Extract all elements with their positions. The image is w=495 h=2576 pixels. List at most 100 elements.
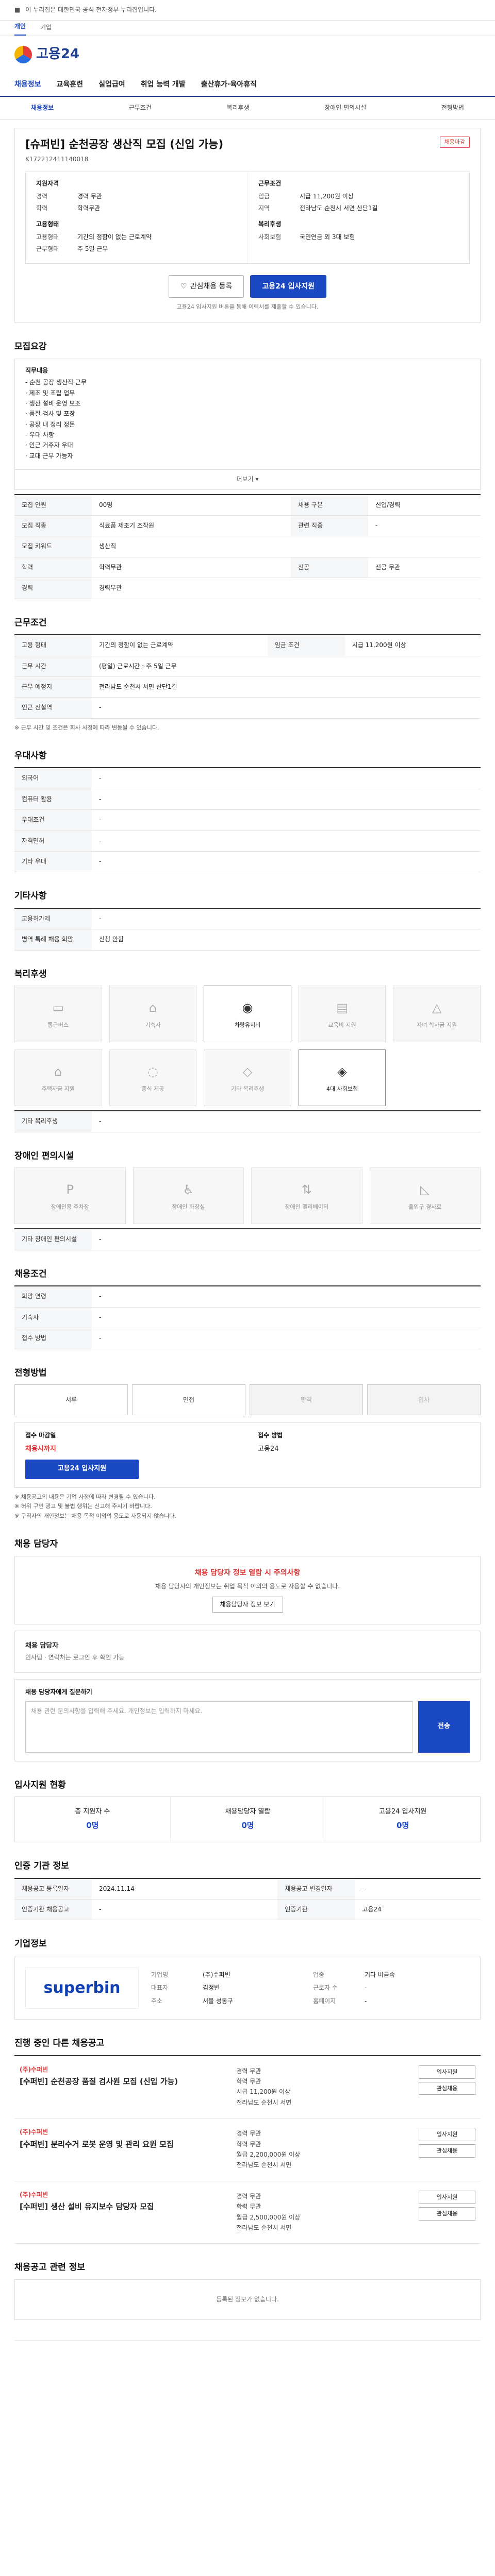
nav-training[interactable]: 교육훈련: [57, 79, 84, 90]
applicant-stats: 총 지원자 수 0명 채용담당자 열람 0명 고용24 입사지원 0명: [14, 1797, 481, 1842]
welfare-item: ▭ 통근버스: [14, 986, 102, 1043]
section-title-welfare: 복리후생: [14, 969, 47, 979]
footer: [14, 2341, 481, 2377]
facility-item: ⇅ 장애인 엘리베이터: [251, 1167, 362, 1225]
section-title-applicants: 입사지원 현황: [14, 1780, 66, 1790]
welfare-item: ⌂ 주택자금 지원: [14, 1049, 102, 1107]
process-steps: 서류 면접 합격 입사: [14, 1384, 481, 1416]
anchor-process[interactable]: 전형방법: [441, 104, 464, 112]
hiring-table: 희망 연령 - 기숙사 - 접수 방법 -: [14, 1285, 481, 1349]
process-step: 입사: [367, 1384, 481, 1416]
meal-icon: ◌: [147, 1064, 158, 1079]
cap-icon: △: [432, 1001, 442, 1015]
section-title-recruit: 모집요강: [14, 342, 47, 352]
company-logo: superbin: [25, 1967, 139, 2009]
conditions-table: 고용 형태 기간의 정함이 없는 근로계약 임금 조건 시급 11,200원 이상 근…: [14, 634, 481, 719]
job-reg-no: K172212411140018: [25, 156, 89, 163]
interest-button[interactable]: 관심채용: [419, 2207, 475, 2221]
question-box: 채용 담당자에게 질문하기 채용 관련 문의사항을 입력해 주세요. 개인정보는…: [14, 1679, 481, 1761]
more-button[interactable]: 더보기 ▾: [14, 470, 481, 490]
home-icon: ⌂: [54, 1064, 62, 1079]
book-icon: ▤: [336, 1001, 348, 1015]
job-summary: 지원자격 경력 경력 무관 학력 학력무관 고용형태 고용형태 기간의 정함이 없는 …: [25, 171, 470, 264]
anchor-recruit[interactable]: 채용정보: [31, 104, 54, 112]
section-title-related-info: 채용공고 관련 정보: [14, 2262, 85, 2273]
tab-personal[interactable]: 개인: [14, 22, 26, 36]
bus-icon: ▭: [52, 1001, 64, 1015]
manager-alert: 채용 담당자 정보 열람 시 주의사항 채용 담당자의 개인정보는 취업 목적 …: [14, 1555, 481, 1625]
list-item[interactable]: (주)수퍼빈 [수퍼빈] 순천공장 품질 검사원 모집 (신입 가능) 경력 무관…: [14, 2056, 481, 2119]
welfare-etc: 기타 복리후생 -: [14, 1110, 481, 1132]
section-title-preferred: 우대사항: [14, 750, 47, 761]
job-header: [슈퍼빈] 순천공장 생산직 모집 (신입 가능) 채용마감 K17221241…: [14, 128, 481, 324]
etc-table: 고용허가제 - 병역 특례 채용 희망 신청 안함: [14, 907, 481, 951]
welfare-item: ◌ 중식 제공: [109, 1049, 197, 1107]
nav-skills[interactable]: 취업 능력 개발: [141, 79, 186, 90]
section-title-company: 기업정보: [14, 1939, 47, 1950]
house-icon: ⌂: [148, 1001, 157, 1015]
manager-contact: 채용 담당자 인사팀 · 연락처는 로그인 후 확인 가능: [14, 1631, 481, 1673]
recruit-table: 모집 인원 00명 채용 구분 신입/경력 모집 직종 식료품 제조기 조작원 관련 직종…: [14, 494, 481, 599]
facility-item: ◺ 출입구 경사로: [369, 1167, 481, 1225]
preferred-table: 외국어 - 컴퓨터 활용 - 우대조건 - 자격면허 - 기타 우대 -: [14, 767, 481, 873]
job-description: 직무내용 - 순천 공장 생산직 근무 · 제조 및 조립 업무 · 생산 설비…: [14, 358, 481, 470]
ramp-icon: ◺: [420, 1182, 430, 1197]
gov-banner: ■ 이 누리집은 대한민국 공식 전자정부 누리집입니다.: [0, 0, 495, 21]
section-title-hiring: 채용조건: [14, 1268, 47, 1279]
facility-item: ♿ 장애인 화장실: [133, 1167, 244, 1225]
process-step: 서류: [14, 1384, 128, 1416]
interest-button[interactable]: ♡ 관심채용 등록: [169, 275, 244, 298]
site-logo[interactable]: 고용24: [14, 45, 79, 64]
main-nav: 채용정보 교육훈련 실업급여 취업 능력 개발 출산휴가·육아휴직: [0, 73, 495, 97]
gift-icon: ◇: [242, 1064, 253, 1079]
toilet-icon: ♿: [183, 1182, 194, 1197]
welfare-grid: ▭ 통근버스 ⌂ 기숙사 ◉ 차량유지비 ▤ 교육비 지원 △ 자녀 학자금 지원 ⌂ 주택…: [14, 986, 481, 1107]
user-type-tabs: 개인 기업: [0, 21, 495, 36]
apply-button-bottom[interactable]: 고용24 입사지원: [25, 1459, 139, 1479]
header: 고용24: [0, 36, 495, 73]
question-input[interactable]: 채용 관련 문의사항을 입력해 주세요. 개인정보는 입력하지 마세요.: [25, 1701, 413, 1753]
section-title-cert: 인증 기관 정보: [14, 1860, 69, 1871]
welfare-item: △ 자녀 학자금 지원: [393, 986, 481, 1043]
welfare-item: ⌂ 기숙사: [109, 986, 197, 1043]
view-manager-button[interactable]: 채용담당자 정보 보기: [212, 1596, 283, 1613]
company-card: superbin 기업명 (주)수퍼빈 업종 기타 비금속 대표자 김정빈 근로자 수- …: [14, 1956, 481, 2020]
apply-button[interactable]: 입사지원: [419, 2128, 475, 2142]
section-title-manager: 채용 담당자: [14, 1539, 58, 1550]
heart-icon: ♡: [180, 282, 187, 291]
parking-icon: P: [66, 1182, 74, 1197]
apply-button[interactable]: 고용24 입사지원: [250, 275, 326, 298]
interest-button[interactable]: 관심채용: [419, 2081, 475, 2095]
anchor-facilities[interactable]: 장애인 편의시설: [324, 104, 366, 112]
anchor-welfare[interactable]: 복리후생: [226, 104, 249, 112]
elevator-icon: ⇅: [301, 1182, 312, 1197]
welfare-item: ◈ 4대 사회보험: [298, 1049, 386, 1107]
section-title-etc: 기타사항: [14, 891, 47, 902]
section-anchor-nav: 채용정보 근무조건 복리후생 장애인 편의시설 전형방법: [0, 97, 495, 120]
apply-button[interactable]: 입사지원: [419, 2065, 475, 2079]
welfare-item: ◉ 차량유지비: [204, 986, 291, 1043]
nav-unemployment[interactable]: 실업급여: [98, 79, 125, 90]
status-badge: 채용마감: [439, 137, 470, 148]
nav-jobs[interactable]: 채용정보: [14, 79, 41, 90]
interest-button[interactable]: 관심채용: [419, 2144, 475, 2158]
related-list: (주)수퍼빈 [수퍼빈] 순천공장 품질 검사원 모집 (신입 가능) 경력 무관…: [14, 2055, 481, 2244]
empty-state: 등록된 정보가 없습니다.: [14, 2279, 481, 2320]
facilities-grid: P 장애인용 주차장 ♿ 장애인 화장실 ⇅ 장애인 엘리베이터 ◺ 출입구 경사로: [14, 1167, 481, 1225]
send-button[interactable]: 전송: [418, 1701, 470, 1753]
welfare-item: ▤ 교육비 지원: [298, 986, 386, 1043]
section-title-related: 진행 중인 다른 채용공고: [14, 2038, 105, 2048]
apply-note: 고용24 입사지원 버튼을 통해 이력서를 제출할 수 있습니다.: [176, 303, 319, 311]
apply-button[interactable]: 입사지원: [419, 2190, 475, 2204]
list-item[interactable]: (주)수퍼빈 [수퍼빈] 생산 설비 유지보수 담당자 모집 경력 무관 학력 무관…: [14, 2181, 481, 2244]
logo-icon: [14, 46, 32, 63]
apply-info: 접수 마감일 채용시까지 고용24 입사지원 접수 방법 고용24: [14, 1422, 481, 1488]
facilities-etc: 기타 장애인 편의시설 -: [14, 1228, 481, 1250]
list-item[interactable]: (주)수퍼빈 [수퍼빈] 분리수거 로봇 운영 및 관리 요원 모집 경력 무관 학…: [14, 2119, 481, 2181]
anchor-conditions[interactable]: 근무조건: [129, 104, 152, 112]
nav-leave[interactable]: 출산휴가·육아휴직: [201, 79, 257, 90]
notices: ※ 채용공고의 내용은 기업 사정에 따라 변경될 수 있습니다. ※ 허위 구인…: [14, 1493, 176, 1520]
process-step: 합격: [250, 1384, 363, 1416]
section-title-conditions: 근무조건: [14, 617, 47, 628]
tab-company[interactable]: 기업: [40, 23, 52, 36]
